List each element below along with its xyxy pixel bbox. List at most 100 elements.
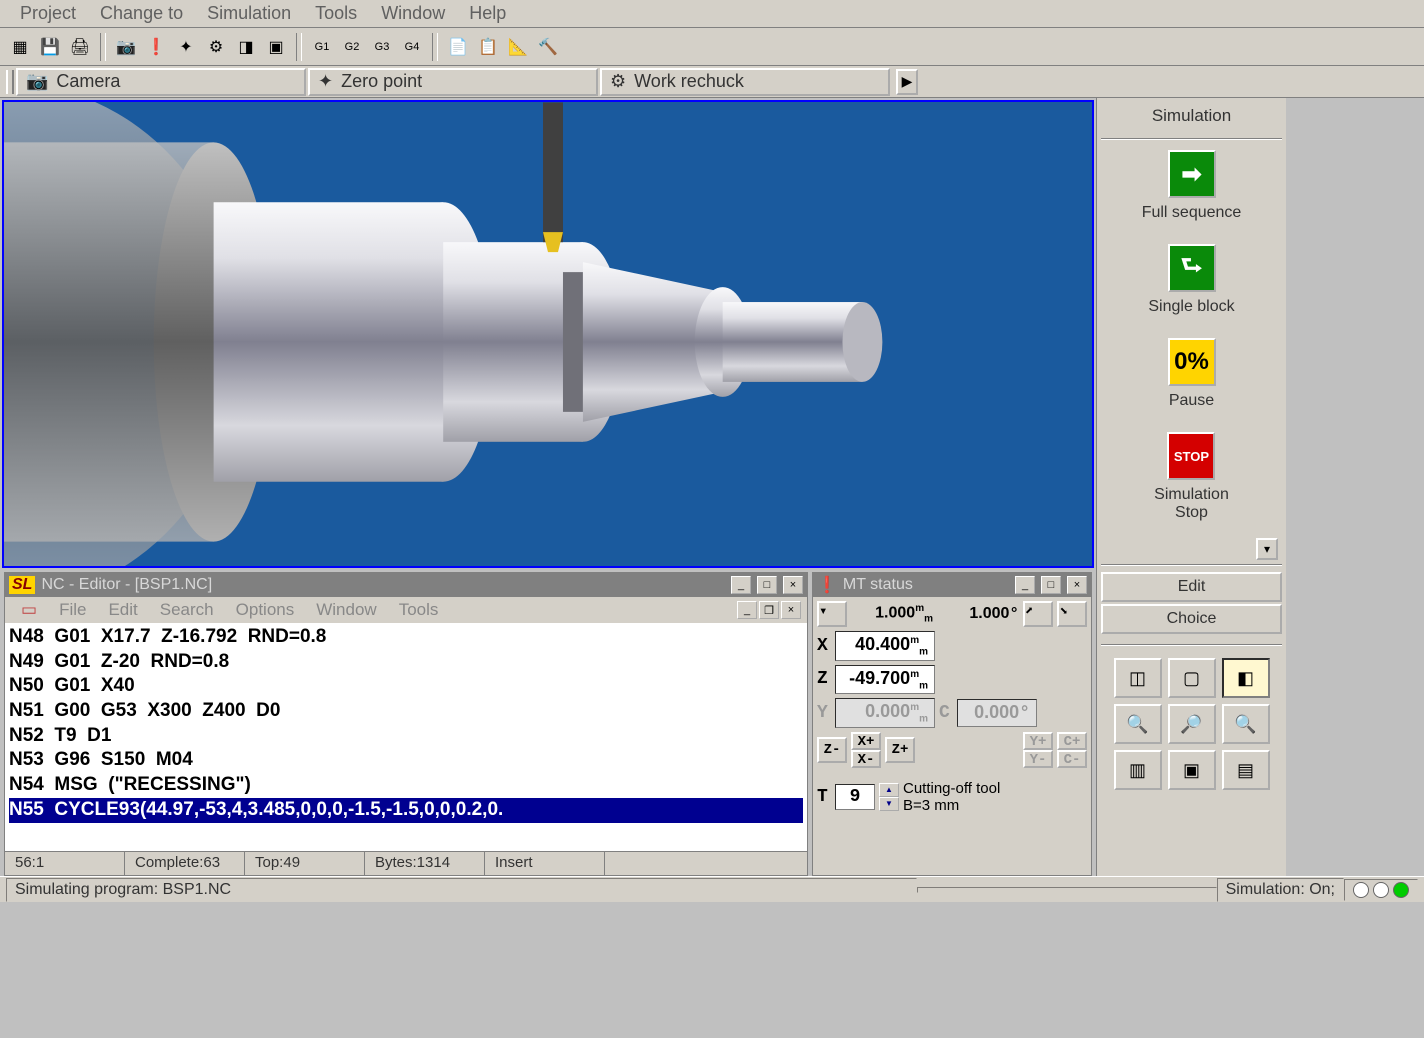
tool-g3-icon[interactable]: G3: [368, 33, 396, 61]
nc-editor-panel: SL NC - Editor - [BSP1.NC] _ □ × ▭ File …: [4, 572, 808, 876]
separator: [432, 33, 438, 61]
editor-menu-window[interactable]: Window: [306, 598, 386, 622]
minimize-button[interactable]: _: [731, 576, 751, 594]
code-line[interactable]: N52 T9 D1: [9, 724, 803, 749]
tool-exclaim-icon[interactable]: ❗: [142, 33, 170, 61]
tabs-scroll-right[interactable]: ▶: [896, 69, 918, 95]
y-label: Y: [817, 703, 831, 723]
menu-simulation[interactable]: Simulation: [195, 0, 303, 28]
z-label: Z: [817, 669, 831, 689]
choice-button[interactable]: Choice: [1101, 604, 1282, 634]
mt-titlebar[interactable]: ❗ MT status _ □ ×: [813, 573, 1091, 597]
z-plus-button[interactable]: Z+: [885, 737, 915, 763]
layout-2-icon[interactable]: ▣: [1168, 750, 1216, 790]
side-title: Simulation: [1152, 102, 1231, 134]
full-sequence-button[interactable]: ➡: [1168, 150, 1216, 198]
3d-viewport[interactable]: [2, 100, 1094, 568]
single-block-button[interactable]: ⮑: [1168, 244, 1216, 292]
menu-help[interactable]: Help: [457, 0, 518, 28]
grip-handle[interactable]: [6, 70, 14, 94]
tool-print2-icon[interactable]: 📄: [444, 33, 472, 61]
menu-changeto[interactable]: Change to: [88, 0, 195, 28]
tab-row: 📷 Camera ✦ Zero point ⚙ Work rechuck ▶: [0, 66, 1424, 98]
mt-diag2-button[interactable]: ⬊: [1057, 601, 1087, 627]
minimize-button[interactable]: _: [1015, 576, 1035, 594]
maximize-button[interactable]: □: [757, 576, 777, 594]
code-line[interactable]: N54 MSG ("RECESSING"): [9, 773, 803, 798]
editor-menu-options[interactable]: Options: [226, 598, 305, 622]
tool-param: B=3 mm: [903, 797, 1000, 814]
editor-menu-edit[interactable]: Edit: [98, 598, 147, 622]
code-line[interactable]: N49 G01 Z-20 RND=0.8: [9, 650, 803, 675]
tool-grid-icon[interactable]: ▦: [6, 33, 34, 61]
code-line[interactable]: N53 G96 S150 M04: [9, 748, 803, 773]
mdi-close-button[interactable]: ×: [781, 601, 801, 619]
editor-title: NC - Editor - [BSP1.NC]: [41, 576, 212, 594]
editor-menu-file[interactable]: File: [49, 598, 96, 622]
tool-clipboard-icon[interactable]: 📋: [474, 33, 502, 61]
x-plus-button[interactable]: X+: [851, 732, 881, 750]
t-label: T: [817, 787, 831, 807]
layout-1-icon[interactable]: ▥: [1114, 750, 1162, 790]
tool-collision-icon[interactable]: ◨: [232, 33, 260, 61]
tool-g4-icon[interactable]: G4: [398, 33, 426, 61]
layout-3-icon[interactable]: ▤: [1222, 750, 1270, 790]
zoom-fit-icon[interactable]: 🔍: [1114, 704, 1162, 744]
mdi-restore-button[interactable]: ❐: [759, 601, 779, 619]
menu-project[interactable]: Project: [8, 0, 88, 28]
zoom-out-icon[interactable]: 🔍: [1222, 704, 1270, 744]
z-minus-button[interactable]: Z-: [817, 737, 847, 763]
c-minus-button[interactable]: C-: [1057, 750, 1087, 768]
maximize-button[interactable]: □: [1041, 576, 1061, 594]
close-button[interactable]: ×: [1067, 576, 1087, 594]
tool-machine-icon[interactable]: ▣: [262, 33, 290, 61]
tool-spinner[interactable]: ▲▼: [879, 783, 899, 811]
editor-menu-tools[interactable]: Tools: [389, 598, 449, 622]
side-button-label: Single block: [1148, 298, 1234, 316]
editor-app-icon: SL: [9, 576, 35, 594]
main-toolbar: ▦ 💾 🖨 📷 ❗ ✦ ⚙ ◨ ▣ G1 G2 G3 G4 📄 📋 📐 🔨: [0, 28, 1424, 66]
panel-expand-button[interactable]: ▾: [1256, 538, 1278, 560]
zero-point-icon: ✦: [318, 71, 333, 92]
view-shade-icon[interactable]: ◧: [1222, 658, 1270, 698]
tool-hammer-icon[interactable]: 🔨: [534, 33, 562, 61]
tool-save-icon[interactable]: 💾: [36, 33, 64, 61]
code-line[interactable]: N48 G01 X17.7 Z-16.792 RND=0.8: [9, 625, 803, 650]
menu-tools[interactable]: Tools: [303, 0, 369, 28]
edit-button[interactable]: Edit: [1101, 572, 1282, 602]
mt-diag1-button[interactable]: ⬈: [1023, 601, 1053, 627]
led-white: [1353, 882, 1369, 898]
close-button[interactable]: ×: [783, 576, 803, 594]
tool-g1-icon[interactable]: G1: [308, 33, 336, 61]
zoom-in-icon[interactable]: 🔎: [1168, 704, 1216, 744]
view-iso-icon[interactable]: ◫: [1114, 658, 1162, 698]
tool-camera-icon[interactable]: 📷: [112, 33, 140, 61]
mt-title: MT status: [843, 576, 913, 594]
menu-window[interactable]: Window: [369, 0, 457, 28]
tool-print-icon[interactable]: 🖨: [66, 33, 94, 61]
simulation-stop-button[interactable]: STOP: [1167, 432, 1215, 480]
tool-measure-icon[interactable]: 📐: [504, 33, 532, 61]
pause-button[interactable]: 0%: [1168, 338, 1216, 386]
editor-menu-search[interactable]: Search: [150, 598, 224, 622]
view-wire-icon[interactable]: ▢: [1168, 658, 1216, 698]
editor-titlebar[interactable]: SL NC - Editor - [BSP1.NC] _ □ ×: [5, 573, 807, 597]
y-plus-button[interactable]: Y+: [1023, 732, 1053, 750]
tool-rechuck-icon[interactable]: ⚙: [202, 33, 230, 61]
y-minus-button[interactable]: Y-: [1023, 750, 1053, 768]
code-line[interactable]: N51 G00 G53 X300 Z400 D0: [9, 699, 803, 724]
tool-g2-icon[interactable]: G2: [338, 33, 366, 61]
code-line[interactable]: N55 CYCLE93(44.97,-53,4,3.485,0,0,0,-1.5…: [9, 798, 803, 823]
mdi-minimize-button[interactable]: _: [737, 601, 757, 619]
x-minus-button[interactable]: X-: [851, 750, 881, 768]
status-top: Top:49: [245, 852, 365, 875]
code-editor[interactable]: N48 G01 X17.7 Z-16.792 RND=0.8N49 G01 Z-…: [5, 623, 807, 851]
tab-work-rechuck[interactable]: ⚙ Work rechuck: [600, 68, 890, 96]
c-plus-button[interactable]: C+: [1057, 732, 1087, 750]
code-line[interactable]: N50 G01 X40: [9, 674, 803, 699]
tab-camera[interactable]: 📷 Camera: [16, 68, 306, 96]
tab-zero-point[interactable]: ✦ Zero point: [308, 68, 598, 96]
mt-dropdown[interactable]: ▾: [817, 601, 847, 627]
x-value: 40.400mm: [835, 631, 935, 661]
tool-zero-icon[interactable]: ✦: [172, 33, 200, 61]
